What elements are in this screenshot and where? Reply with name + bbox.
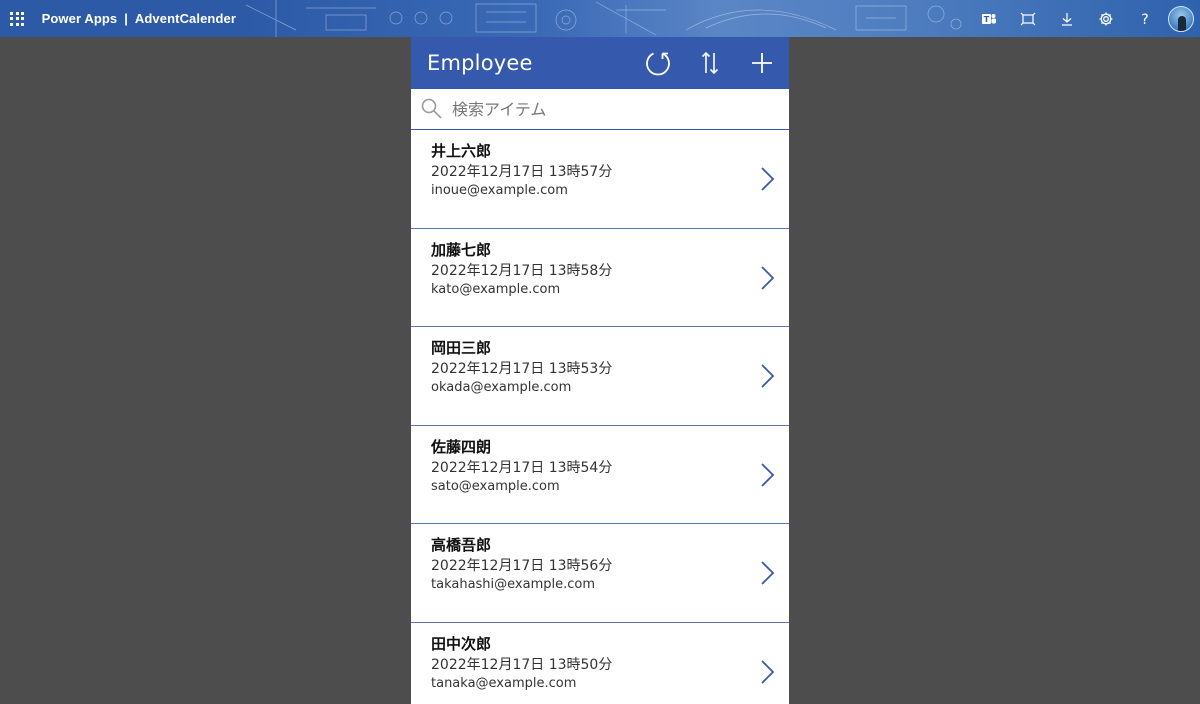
employee-datetime: 2022年12月17日 13時56分 — [431, 558, 613, 575]
employee-datetime: 2022年12月17日 13時54分 — [431, 459, 613, 476]
fit-screen-icon[interactable] — [1008, 0, 1047, 37]
list-item[interactable]: 高橋吾郎 2022年12月17日 13時56分 takahashi@example.… — [411, 524, 789, 623]
refresh-icon[interactable] — [642, 47, 674, 79]
list-item[interactable]: 井上六郎 2022年12月17日 13時57分 inoue@example.com — [411, 130, 789, 229]
search-bar — [411, 89, 789, 130]
suite-actions: T ? — [969, 0, 1200, 37]
waffle-icon[interactable] — [0, 0, 35, 37]
teams-icon[interactable]: T — [969, 0, 1008, 37]
chevron-right-icon[interactable] — [759, 363, 775, 389]
suite-bar: Power Apps | AdventCalender T ? — [0, 0, 1200, 37]
employee-name: 田中次郎 — [431, 634, 492, 653]
settings-icon[interactable] — [1086, 0, 1125, 37]
employee-datetime: 2022年12月17日 13時58分 — [431, 262, 613, 279]
page-title: Employee — [427, 51, 533, 75]
employee-name: 岡田三郎 — [431, 339, 492, 358]
employee-email: inoue@example.com — [431, 183, 568, 198]
product-name[interactable]: Power Apps — [42, 11, 118, 26]
chevron-right-icon[interactable] — [759, 166, 775, 192]
employee-name: 佐藤四朗 — [431, 437, 492, 456]
employee-gallery: 井上六郎 2022年12月17日 13時57分 inoue@example.com 加… — [411, 130, 789, 704]
blueprint-background-pattern — [245, 0, 962, 37]
download-icon[interactable] — [1047, 0, 1086, 37]
employee-datetime: 2022年12月17日 13時50分 — [431, 656, 613, 673]
employee-datetime: 2022年12月17日 13時53分 — [431, 361, 613, 378]
employee-email: takahashi@example.com — [431, 577, 596, 593]
employee-datetime: 2022年12月17日 13時57分 — [431, 164, 613, 180]
employee-email: okada@example.com — [431, 380, 572, 396]
chevron-right-icon[interactable] — [759, 265, 775, 291]
employee-name: 加藤七郎 — [431, 240, 492, 259]
list-item[interactable]: 加藤七郎 2022年12月17日 13時58分 kato@example.com — [411, 229, 789, 328]
chevron-right-icon[interactable] — [759, 560, 775, 586]
employee-name: 高橋吾郎 — [431, 536, 492, 555]
title-separator: | — [124, 11, 128, 26]
svg-text:?: ? — [1141, 12, 1148, 27]
svg-text:T: T — [983, 15, 989, 24]
list-item[interactable]: 佐藤四朗 2022年12月17日 13時54分 sato@example.com — [411, 426, 789, 525]
help-icon[interactable]: ? — [1125, 0, 1164, 37]
employee-email: sato@example.com — [431, 478, 560, 494]
add-icon[interactable] — [746, 47, 778, 79]
app-header: Employee — [411, 37, 789, 89]
list-item[interactable]: 岡田三郎 2022年12月17日 13時53分 okada@example.com — [411, 327, 789, 426]
app-name: AdventCalender — [134, 11, 236, 26]
employee-email: tanaka@example.com — [431, 675, 577, 691]
suite-left: Power Apps | AdventCalender — [0, 0, 236, 37]
list-item[interactable]: 田中次郎 2022年12月17日 13時50分 tanaka@example.com — [411, 623, 789, 704]
app-screen: Employee 井上六郎2022年12月17日 13時57分i — [411, 37, 789, 704]
search-input[interactable] — [452, 99, 782, 119]
avatar[interactable] — [1168, 5, 1194, 32]
sort-icon[interactable] — [694, 47, 726, 79]
search-icon — [421, 98, 443, 125]
employee-email: kato@example.com — [431, 281, 561, 297]
employee-name: 井上六郎 — [431, 142, 492, 160]
chevron-right-icon[interactable] — [759, 659, 775, 685]
chevron-right-icon[interactable] — [759, 462, 775, 488]
